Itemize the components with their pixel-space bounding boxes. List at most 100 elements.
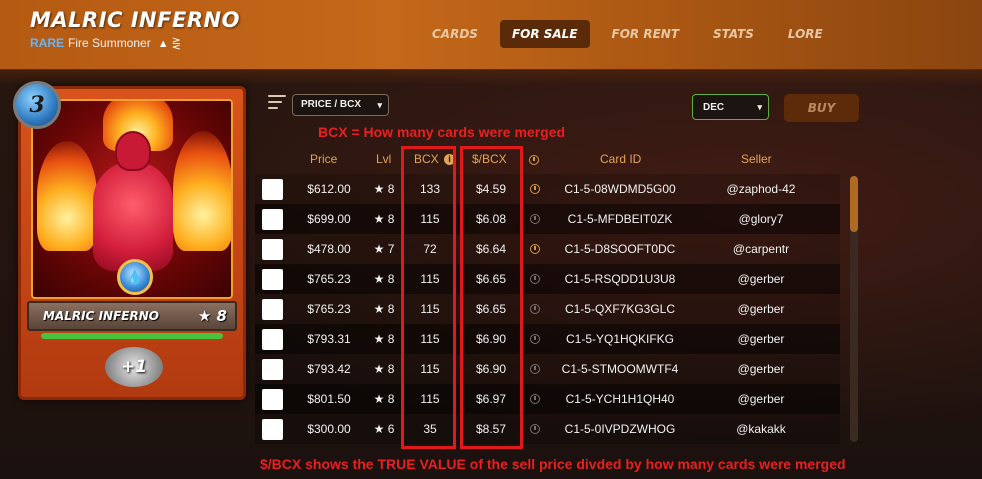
row-price: $801.50 [307, 392, 351, 406]
row-price: $765.23 [307, 272, 351, 286]
card-level: ★ 8 [197, 307, 227, 325]
clock-icon [528, 393, 542, 407]
row-checkbox[interactable] [262, 419, 283, 440]
row-seller[interactable]: @kakakk [697, 422, 825, 436]
row-card-id[interactable]: C1-5-0IVPDZWHOG [545, 422, 695, 436]
row-price: $478.00 [307, 242, 351, 256]
row-level: ★ 8 [373, 212, 395, 226]
col-card-id[interactable]: Card ID [600, 152, 641, 166]
row-checkbox[interactable] [262, 239, 283, 260]
tab-for-sale[interactable]: FOR SALE [499, 20, 590, 48]
tab-stats[interactable]: STATS [701, 20, 766, 48]
demon-head [115, 131, 151, 171]
col-price[interactable]: Price [310, 152, 337, 166]
row-checkbox[interactable] [262, 299, 283, 320]
water-drop-icon: 💧 [117, 259, 153, 295]
row-seller[interactable]: @glory7 [697, 212, 825, 226]
xp-fill [41, 333, 223, 339]
row-checkbox[interactable] [262, 389, 283, 410]
tab-for-rent[interactable]: FOR RENT [600, 20, 691, 48]
price-per-bcx-highlight-box [460, 146, 523, 449]
row-price: $793.42 [307, 362, 351, 376]
clock-icon [528, 423, 542, 437]
chevron-down-icon: ▾ [377, 100, 382, 110]
clock-icon [529, 154, 539, 168]
row-level: ★ 8 [373, 362, 395, 376]
annotation-price-per-bcx: $/BCX shows the TRUE VALUE of the sell p… [260, 456, 846, 472]
sort-select[interactable]: PRICE / BCX ▾ [292, 94, 389, 116]
table-row[interactable]: $765.23 ★ 8 115 $6.65 C1-5-QXF7KG3GLC @gerber [255, 294, 840, 324]
row-price: $793.31 [307, 332, 351, 346]
clock-icon [528, 213, 542, 227]
row-card-id[interactable]: C1-5-08WDMD5G00 [545, 182, 695, 196]
row-card-id[interactable]: C1-5-D8SOOFT0DC [545, 242, 695, 256]
clock-icon [528, 333, 542, 347]
row-card-id[interactable]: C1-5-MFDBEIT0ZK [545, 212, 695, 226]
row-level: ★ 7 [373, 242, 395, 256]
row-card-id[interactable]: C1-5-YCH1H1QH40 [545, 392, 695, 406]
row-seller[interactable]: @gerber [697, 362, 825, 376]
col-seller[interactable]: Seller [741, 152, 772, 166]
bcx-highlight-box [401, 146, 456, 449]
col-lvl[interactable]: Lvl [376, 152, 391, 166]
row-price: $699.00 [307, 212, 351, 226]
table-row[interactable]: $300.00 ★ 6 35 $8.57 C1-5-0IVPDZWHOG @kakakk [255, 414, 840, 444]
row-card-id[interactable]: C1-5-YQ1HQKIFKG [545, 332, 695, 346]
row-price: $765.23 [307, 302, 351, 316]
card-type-label: Fire Summoner [68, 36, 151, 50]
table-row[interactable]: $793.31 ★ 8 115 $6.90 C1-5-YQ1HQKIFKG @gerber [255, 324, 840, 354]
row-checkbox[interactable] [262, 209, 283, 230]
row-card-id[interactable]: C1-5-STMOOMWTF4 [545, 362, 695, 376]
row-card-id[interactable]: C1-5-QXF7KG3GLC [545, 302, 695, 316]
table-header: Price Lvl BCX i $/BCX Card ID Seller [255, 150, 840, 170]
row-price: $300.00 [307, 422, 351, 436]
mana-cost-badge: 3 [13, 81, 61, 129]
annotation-bcx: BCX = How many cards were merged [318, 124, 566, 140]
card-subtitle: RARE Fire Summoner ▲ ⋛ [30, 36, 181, 50]
table-row[interactable]: $793.42 ★ 8 115 $6.90 C1-5-STMOOMWTF4 @gerber [255, 354, 840, 384]
sort-direction-select[interactable]: DEC ▾ [692, 94, 769, 120]
row-seller[interactable]: @gerber [697, 302, 825, 316]
chevron-down-icon: ▾ [757, 101, 762, 112]
card-tabs: CARDS FOR SALE FOR RENT STATS LORE [420, 20, 845, 48]
table-row[interactable]: $801.50 ★ 8 115 $6.97 C1-5-YCH1H1QH40 @gerber [255, 384, 840, 414]
row-checkbox[interactable] [262, 329, 283, 350]
row-card-id[interactable]: C1-5-RSQDD1U3U8 [545, 272, 695, 286]
scroll-thumb[interactable] [850, 176, 858, 232]
buy-button[interactable]: BUY [784, 94, 859, 122]
scrollbar[interactable] [850, 176, 858, 442]
row-price: $612.00 [307, 182, 351, 196]
row-seller[interactable]: @gerber [697, 332, 825, 346]
table-row[interactable]: $612.00 ★ 8 133 $4.59 C1-5-08WDMD5G00 @zaphod… [255, 174, 840, 204]
row-seller[interactable]: @gerber [697, 392, 825, 406]
row-checkbox[interactable] [262, 269, 283, 290]
row-level: ★ 8 [373, 392, 395, 406]
row-seller[interactable]: @gerber [697, 272, 825, 286]
table-row[interactable]: $765.23 ★ 8 115 $6.65 C1-5-RSQDD1U3U8 @gerber [255, 264, 840, 294]
row-seller[interactable]: @zaphod-42 [697, 182, 825, 196]
card-image: 3 💧 MALRIC INFERNO ★ 8 +1 [13, 81, 246, 400]
rarity-label: RARE [30, 36, 65, 50]
card-name: MALRIC INFERNO [43, 309, 159, 323]
row-level: ★ 8 [373, 302, 395, 316]
xp-bar [41, 333, 223, 339]
row-level: ★ 8 [373, 182, 395, 196]
stat-badge: +1 [105, 347, 163, 387]
sort-direction-label: DEC [703, 101, 725, 113]
card-title: MALRIC INFERNO [30, 8, 240, 32]
filter-icon[interactable] [268, 95, 288, 111]
row-checkbox[interactable] [262, 179, 283, 200]
row-seller[interactable]: @carpentr [697, 242, 825, 256]
clock-icon [528, 183, 542, 197]
clock-icon [528, 273, 542, 287]
clock-icon [528, 303, 542, 317]
table-row[interactable]: $478.00 ★ 7 72 $6.64 C1-5-D8SOOFT0DC @carpent… [255, 234, 840, 264]
page-header: MALRIC INFERNO RARE Fire Summoner ▲ ⋛ CA… [0, 0, 982, 85]
edition-icon: ▲ ⋛ [157, 37, 181, 50]
sort-select-label: PRICE / BCX [301, 99, 362, 110]
tab-lore[interactable]: LORE [776, 20, 835, 48]
tab-cards[interactable]: CARDS [420, 20, 490, 48]
row-checkbox[interactable] [262, 359, 283, 380]
card-name-banner: MALRIC INFERNO ★ 8 [27, 301, 237, 331]
table-row[interactable]: $699.00 ★ 8 115 $6.08 C1-5-MFDBEIT0ZK @glory7 [255, 204, 840, 234]
